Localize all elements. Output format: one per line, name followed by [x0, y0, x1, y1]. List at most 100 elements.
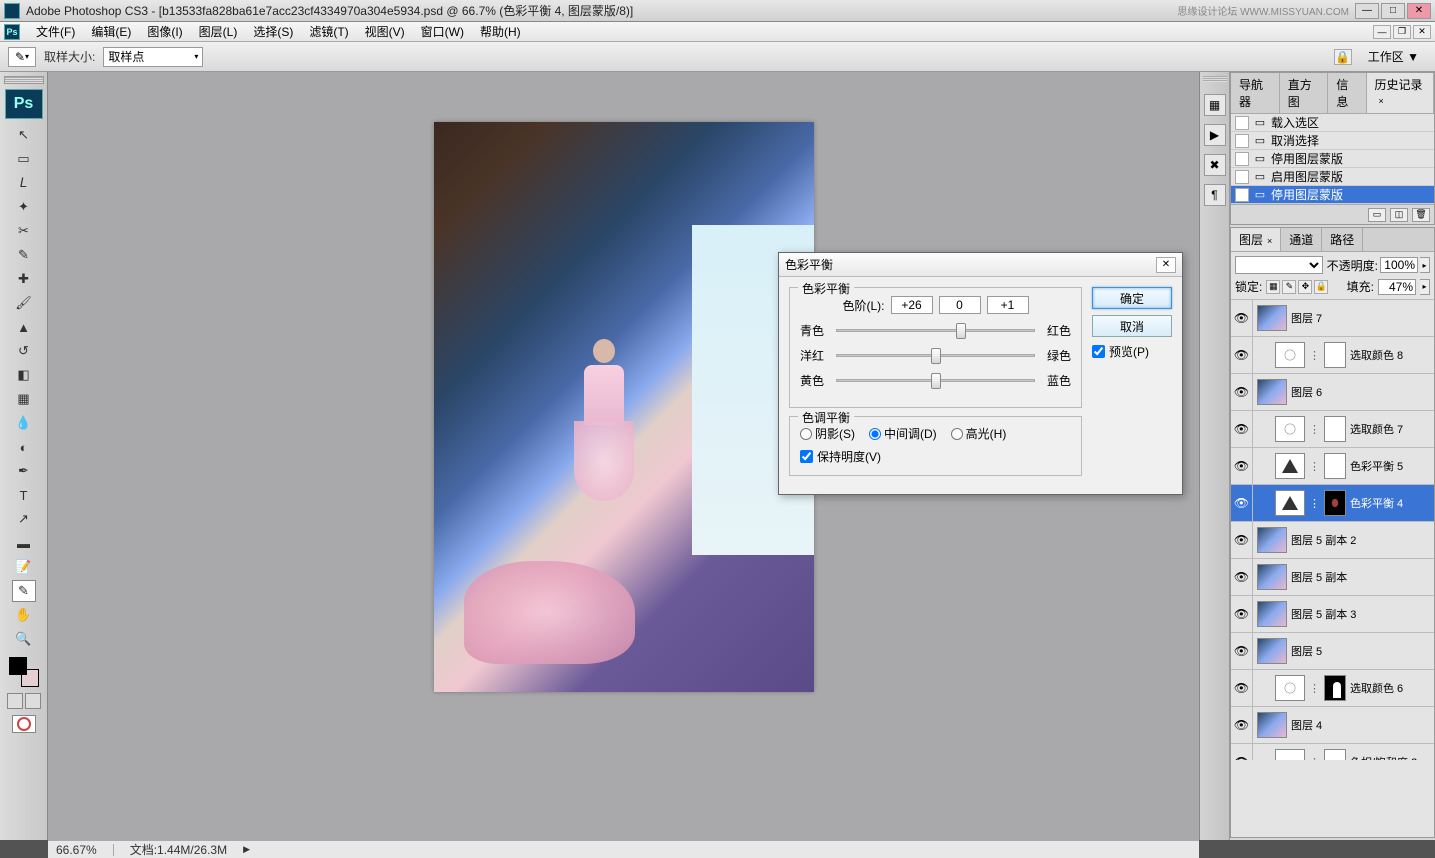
layer-name-label[interactable]: 图层 5 副本 2 [1291, 532, 1356, 548]
pen-tool[interactable]: ✒ [12, 460, 36, 482]
lock-all-icon[interactable]: 🔒 [1314, 280, 1328, 294]
fill-arrow[interactable]: ▸ [1420, 279, 1430, 295]
visibility-toggle[interactable]: 👁 [1231, 485, 1253, 521]
mask-link-icon[interactable]: ⋮ [1309, 682, 1320, 695]
visibility-toggle[interactable]: 👁 [1231, 670, 1253, 706]
layer-thumbnail[interactable] [1257, 601, 1287, 627]
dock-icon-grid[interactable]: ▦ [1204, 94, 1226, 116]
visibility-toggle[interactable]: 👁 [1231, 448, 1253, 484]
dialog-titlebar[interactable]: 色彩平衡 ✕ [779, 253, 1182, 277]
layer-thumbnail[interactable] [1275, 416, 1305, 442]
doc-minimize-button[interactable]: — [1373, 25, 1391, 39]
layer-name-label[interactable]: 图层 5 [1291, 643, 1322, 659]
mask-thumbnail[interactable] [1324, 453, 1346, 479]
tool-preset-picker[interactable]: ✎▾ [8, 47, 36, 67]
layer-name-label[interactable]: 图层 5 副本 [1291, 569, 1347, 585]
sample-size-select[interactable]: 取样点▾ [103, 47, 203, 67]
layer-thumbnail[interactable] [1275, 453, 1305, 479]
cyan-red-slider[interactable] [836, 329, 1035, 332]
dock-icon-play[interactable]: ▶ [1204, 124, 1226, 146]
notes-tool[interactable]: 📝 [12, 556, 36, 578]
layer-row[interactable]: 👁⋮色彩平衡 5 [1231, 448, 1434, 485]
layer-thumbnail[interactable] [1275, 675, 1305, 701]
visibility-toggle[interactable]: 👁 [1231, 744, 1253, 760]
dodge-tool[interactable]: ◐ [12, 436, 36, 458]
menu-help[interactable]: 帮助(H) [472, 21, 529, 42]
layer-row[interactable]: 👁图层 5 副本 3 [1231, 596, 1434, 633]
close-icon[interactable]: × [1267, 236, 1272, 246]
ps-home-button[interactable]: Ps [5, 89, 43, 119]
layer-thumbnail[interactable] [1257, 564, 1287, 590]
preview-checkbox[interactable]: 预览(P) [1092, 343, 1172, 360]
layer-name-label[interactable]: 色彩平衡 4 [1350, 495, 1403, 511]
slider-thumb[interactable] [931, 373, 941, 389]
opacity-input[interactable]: 100% [1380, 257, 1418, 273]
level-input-1[interactable] [891, 296, 933, 314]
shape-tool[interactable]: ▬ [12, 532, 36, 554]
mask-link-icon[interactable]: ⋮ [1309, 756, 1320, 761]
brush-tool[interactable]: 🖌 [12, 292, 36, 314]
layer-thumbnail[interactable] [1275, 490, 1305, 516]
history-item[interactable]: ▭载入选区 [1231, 114, 1434, 132]
tab-histogram[interactable]: 直方图 [1280, 73, 1329, 113]
menu-filter[interactable]: 滤镜(T) [301, 21, 356, 42]
cancel-button[interactable]: 取消 [1092, 315, 1172, 337]
dock-icon-tools[interactable]: ✖ [1204, 154, 1226, 176]
layer-name-label[interactable]: 选取颜色 7 [1350, 421, 1403, 437]
dock-icon-char[interactable]: ¶ [1204, 184, 1226, 206]
doc-restore-button[interactable]: ❐ [1393, 25, 1411, 39]
path-select-tool[interactable]: ↗ [12, 508, 36, 530]
mask-thumbnail[interactable] [1324, 490, 1346, 516]
marquee-tool[interactable]: ▭ [12, 148, 36, 170]
close-button[interactable]: ✕ [1407, 3, 1431, 19]
layer-name-label[interactable]: 图层 6 [1291, 384, 1322, 400]
level-input-2[interactable] [939, 296, 981, 314]
minimize-button[interactable]: — [1355, 3, 1379, 19]
layer-row[interactable]: 👁图层 5 副本 2 [1231, 522, 1434, 559]
layer-row[interactable]: 👁图层 4 [1231, 707, 1434, 744]
lock-position-icon[interactable]: ✥ [1298, 280, 1312, 294]
fill-input[interactable]: 47% [1378, 279, 1416, 295]
menu-view[interactable]: 视图(V) [357, 21, 413, 42]
doc-close-button[interactable]: ✕ [1413, 25, 1431, 39]
mask-thumbnail[interactable] [1324, 342, 1346, 368]
history-item[interactable]: ▭启用图层蒙版 [1231, 168, 1434, 186]
zoom-level[interactable]: 66.67% [56, 843, 97, 857]
history-item-active[interactable]: ▸▭停用图层蒙版 [1231, 186, 1434, 204]
zoom-tool[interactable]: 🔍 [12, 628, 36, 650]
mask-link-icon[interactable]: ⋮ [1309, 423, 1320, 436]
yellow-blue-slider[interactable] [836, 379, 1035, 382]
layer-row[interactable]: 👁⋮选取颜色 6 [1231, 670, 1434, 707]
workspace-switcher[interactable]: 工作区 ▼ [1360, 46, 1427, 67]
mask-thumbnail[interactable] [1324, 675, 1346, 701]
standard-mode-button[interactable] [7, 693, 23, 709]
crop-tool[interactable]: ✂ [12, 220, 36, 242]
lock-transparent-icon[interactable]: ▦ [1266, 280, 1280, 294]
layer-row[interactable]: 👁 图层 5 [1231, 633, 1434, 670]
shadows-radio[interactable]: 阴影(S) [800, 425, 855, 442]
tab-info[interactable]: 信息 [1328, 73, 1366, 113]
slider-thumb[interactable] [931, 348, 941, 364]
blend-mode-select[interactable] [1235, 256, 1323, 274]
layer-row[interactable]: 👁 ⋮ 色相/饱和度 2 [1231, 744, 1434, 760]
mask-thumbnail[interactable] [1324, 749, 1346, 760]
magic-wand-tool[interactable]: ✦ [12, 196, 36, 218]
visibility-toggle[interactable]: 👁 [1231, 337, 1253, 373]
layer-row[interactable]: 👁⋮选取颜色 8 [1231, 337, 1434, 374]
tab-navigator[interactable]: 导航器 [1231, 73, 1280, 113]
lock-icon[interactable]: 🔒 [1334, 49, 1352, 65]
layer-row[interactable]: 👁图层 5 副本 [1231, 559, 1434, 596]
eraser-tool[interactable]: ◧ [12, 364, 36, 386]
layer-row[interactable]: 👁图层 7 [1231, 300, 1434, 337]
color-swatches[interactable] [9, 657, 39, 687]
menu-window[interactable]: 窗口(W) [413, 21, 472, 42]
layer-row[interactable]: 👁图层 6 [1231, 374, 1434, 411]
gradient-tool[interactable]: ▦ [12, 388, 36, 410]
opacity-arrow[interactable]: ▸ [1420, 257, 1430, 273]
layer-thumbnail[interactable] [1257, 379, 1287, 405]
visibility-toggle[interactable]: 👁 [1231, 633, 1253, 669]
midtones-radio[interactable]: 中间调(D) [869, 425, 937, 442]
layer-name-label[interactable]: 色相/饱和度 2 [1350, 754, 1417, 760]
dialog-close-button[interactable]: ✕ [1156, 257, 1176, 273]
lock-pixels-icon[interactable]: ✎ [1282, 280, 1296, 294]
